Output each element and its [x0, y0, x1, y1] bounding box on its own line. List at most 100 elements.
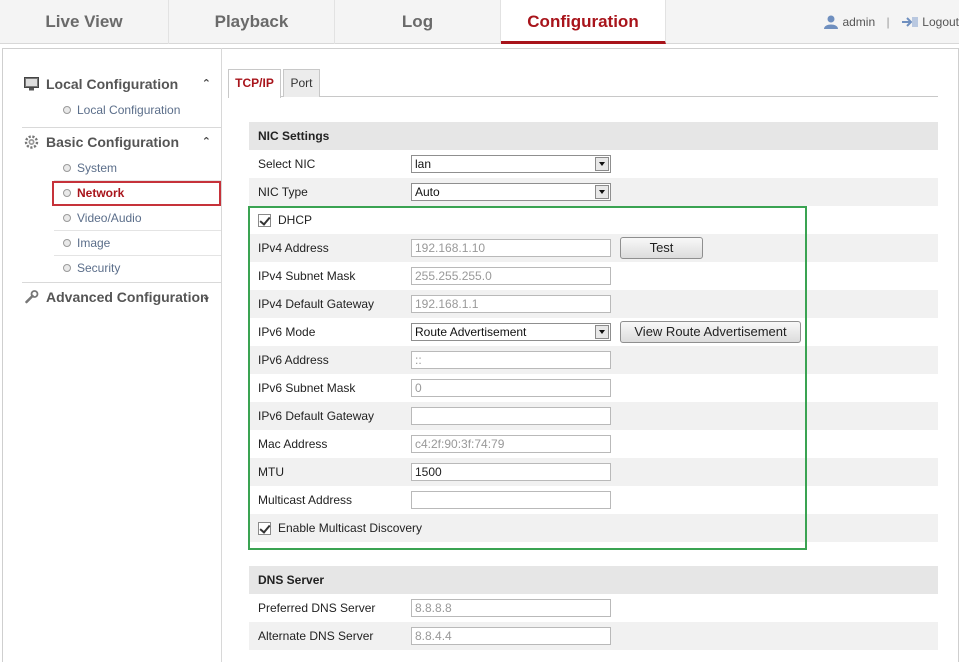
checkbox-label: DHCP [278, 213, 313, 227]
field-label: NIC Type [258, 185, 308, 199]
row-dhcp: DHCP [249, 206, 938, 234]
field-label: MTU [258, 465, 284, 479]
sidebar-divider [221, 48, 222, 662]
row-preferred-dns: Preferred DNS Server 8.8.8.8 [249, 594, 938, 622]
row-ipv6-mode: IPv6 Mode Route Advertisement View Route… [249, 318, 938, 346]
tab-configuration[interactable]: Configuration [501, 0, 666, 44]
bullet-icon [63, 239, 71, 247]
checkbox-label: Enable Multicast Discovery [278, 521, 423, 535]
ipv6-gateway-input[interactable] [411, 407, 611, 425]
field-label: IPv4 Address [258, 241, 329, 255]
tab-log[interactable]: Log [335, 0, 501, 44]
sidebar-section-basic[interactable]: Basic Configuration ⌃ [22, 128, 221, 156]
mac-address-input[interactable]: c4:2f:90:3f:74:79 [411, 435, 611, 453]
sidebar-item-label: Network [77, 186, 125, 200]
sidebar-item-label: Security [77, 261, 121, 275]
row-nic-type: NIC Type Auto [249, 178, 938, 206]
field-label: IPv6 Mode [258, 325, 316, 339]
multicast-address-input[interactable] [411, 491, 611, 509]
top-nav: Live View Playback Log Configuration adm… [0, 0, 959, 44]
ipv4-subnet-mask-input[interactable]: 255.255.255.0 [411, 267, 611, 285]
section-title: NIC Settings [258, 129, 330, 143]
tab-port[interactable]: Port [283, 69, 320, 97]
sidebar-item-system[interactable]: System [54, 156, 221, 181]
sidebar-item-network[interactable]: Network [52, 181, 221, 206]
row-alternate-dns: Alternate DNS Server 8.8.4.4 [249, 622, 938, 650]
username: admin [842, 14, 876, 29]
field-label: IPv6 Address [258, 353, 329, 367]
logout-icon[interactable] [901, 16, 919, 28]
sidebar-item-video-audio[interactable]: Video/Audio [54, 206, 221, 231]
sidebar-section-advanced[interactable]: Advanced Configuration ⌄ [22, 283, 221, 311]
sidebar-section-advanced-title: Advanced Configuration [46, 289, 209, 305]
select-value: Route Advertisement [415, 325, 527, 339]
bullet-icon [63, 264, 71, 272]
chevron-down-icon[interactable] [595, 185, 609, 199]
section-title: DNS Server [258, 573, 325, 587]
dhcp-checkbox[interactable] [258, 214, 271, 227]
field-label: Multicast Address [258, 493, 353, 507]
test-button[interactable]: Test [620, 237, 703, 259]
field-label: Mac Address [258, 437, 328, 451]
field-label: Alternate DNS Server [258, 629, 374, 643]
user-icon [824, 15, 839, 29]
sidebar-item-label: Image [77, 236, 111, 250]
ipv6-subnet-mask-input[interactable]: 0 [411, 379, 611, 397]
alternate-dns-input[interactable]: 8.8.4.4 [411, 627, 611, 645]
chevron-up-icon[interactable]: ⌃ [202, 70, 211, 98]
row-ipv6-gateway: IPv6 Default Gateway [249, 402, 938, 430]
logout-link[interactable]: Logout [922, 15, 959, 29]
row-ipv4-gateway: IPv4 Default Gateway 192.168.1.1 [249, 290, 938, 318]
bullet-icon [63, 106, 71, 114]
chevron-down-icon[interactable] [595, 325, 609, 339]
preferred-dns-input[interactable]: 8.8.8.8 [411, 599, 611, 617]
sidebar-section-local-title: Local Configuration [46, 76, 179, 92]
sidebar-item-local-configuration[interactable]: Local Configuration [54, 98, 221, 123]
row-select-nic: Select NIC lan [249, 150, 938, 178]
row-ipv6-mask: IPv6 Subnet Mask 0 [249, 374, 938, 402]
user-area: admin | Logout [823, 14, 959, 29]
select-value: lan [415, 157, 432, 171]
row-ipv6-address: IPv6 Address :: [249, 346, 938, 374]
sidebar-item-security[interactable]: Security [54, 256, 221, 281]
nic-type-dropdown[interactable]: Auto [411, 183, 611, 201]
chevron-down-icon[interactable]: ⌄ [202, 283, 211, 311]
tab-playback[interactable]: Playback [169, 0, 335, 44]
sidebar-item-label: Video/Audio [77, 211, 142, 225]
tab-tcp-ip[interactable]: TCP/IP [228, 69, 281, 98]
sidebar-section-basic-title: Basic Configuration [46, 134, 180, 150]
multicast-discovery-checkbox[interactable] [258, 522, 271, 535]
wrench-icon [25, 290, 39, 304]
ipv4-address-input[interactable]: 192.168.1.10 [411, 239, 611, 257]
select-nic-dropdown[interactable]: lan [411, 155, 611, 173]
tab-live-view[interactable]: Live View [0, 0, 169, 44]
field-label: IPv6 Default Gateway [258, 409, 375, 423]
row-ipv4-mask: IPv4 Subnet Mask 255.255.255.0 [249, 262, 938, 290]
field-label: Preferred DNS Server [258, 601, 376, 615]
sidebar: Local Configuration ⌃ Local Configuratio… [22, 70, 221, 311]
dns-server-header: DNS Server [249, 566, 938, 594]
bullet-icon [63, 214, 71, 222]
view-route-advertisement-button[interactable]: View Route Advertisement [620, 321, 801, 343]
mtu-input[interactable]: 1500 [411, 463, 611, 481]
monitor-icon [24, 77, 39, 91]
row-multicast-discovery: Enable Multicast Discovery [249, 514, 938, 542]
chevron-up-icon[interactable]: ⌃ [202, 128, 211, 156]
gear-icon [24, 135, 39, 149]
ipv4-gateway-input[interactable]: 192.168.1.1 [411, 295, 611, 313]
chevron-down-icon[interactable] [595, 157, 609, 171]
sidebar-item-image[interactable]: Image [54, 231, 221, 256]
field-label: Select NIC [258, 157, 316, 171]
sidebar-item-label: System [77, 161, 118, 175]
content-tab-baseline [228, 96, 938, 97]
select-value: Auto [415, 185, 440, 199]
row-mac-address: Mac Address c4:2f:90:3f:74:79 [249, 430, 938, 458]
user-separator: | [886, 14, 890, 29]
nic-settings-header: NIC Settings [249, 122, 938, 150]
sidebar-section-local[interactable]: Local Configuration ⌃ [22, 70, 221, 98]
ipv6-address-input[interactable]: :: [411, 351, 611, 369]
ipv6-mode-dropdown[interactable]: Route Advertisement [411, 323, 611, 341]
row-mtu: MTU 1500 [249, 458, 938, 486]
field-label: IPv4 Subnet Mask [258, 269, 356, 283]
field-label: IPv4 Default Gateway [258, 297, 375, 311]
